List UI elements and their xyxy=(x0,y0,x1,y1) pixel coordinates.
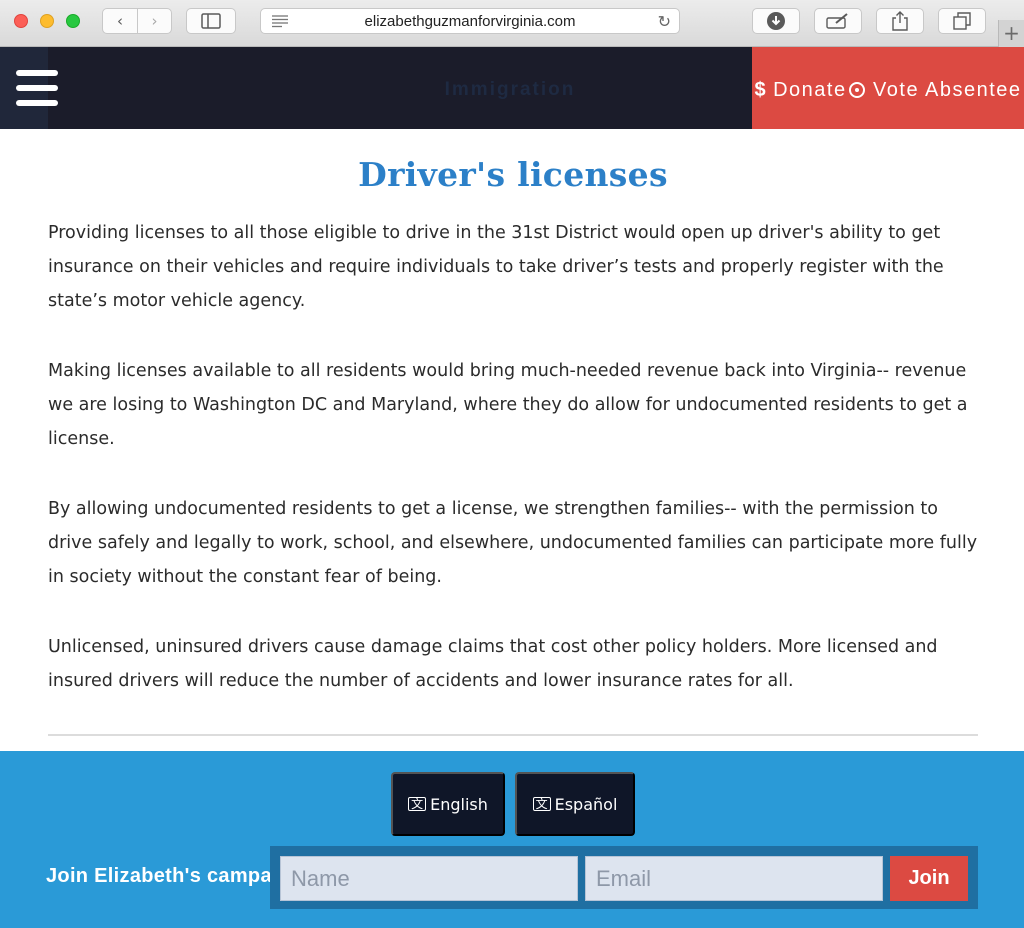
share-button[interactable] xyxy=(876,8,924,34)
url-text: elizabethguzmanforvirginia.com xyxy=(364,13,576,30)
paragraph-4: Unlicensed, uninsured drivers cause dama… xyxy=(48,637,938,691)
address-bar[interactable]: elizabethguzmanforvirginia.com ↻ xyxy=(260,8,680,34)
sidebar-button[interactable] xyxy=(186,8,236,34)
menu-toggle-button[interactable] xyxy=(0,47,58,129)
email-input[interactable] xyxy=(585,856,883,901)
history-nav: ‹ › xyxy=(102,8,172,34)
translate-icon: 文 xyxy=(408,797,427,811)
vote-absentee-label: Vote Absentee xyxy=(873,78,1022,101)
tab-overview-button[interactable] xyxy=(938,8,986,34)
name-input[interactable] xyxy=(280,856,578,901)
forward-icon[interactable]: › xyxy=(136,9,171,33)
main-content: Driver's licenses Providing licenses to … xyxy=(48,129,978,698)
share-icon xyxy=(892,11,908,31)
reload-icon[interactable]: ↻ xyxy=(658,12,671,31)
site-header: Immigration $ Donate Vote Absentee xyxy=(0,47,1024,129)
site-footer: 文 English 文 Español Join Elizabeth's cam… xyxy=(0,751,1024,928)
header-title: Immigration xyxy=(444,79,576,100)
english-button[interactable]: 文 English xyxy=(391,772,505,836)
target-icon xyxy=(849,82,866,98)
minimize-window-button[interactable] xyxy=(40,14,54,28)
download-icon xyxy=(767,12,785,30)
markup-button[interactable] xyxy=(814,8,862,34)
markup-icon xyxy=(826,13,848,29)
paragraph-2: Making licenses available to all residen… xyxy=(48,361,968,449)
paragraph-1: Providing licenses to all those eligible… xyxy=(48,223,944,311)
sidebar-icon xyxy=(201,13,221,29)
paragraph-3: By allowing undocumented residents to ge… xyxy=(48,499,978,587)
espanol-label: Español xyxy=(554,794,618,814)
join-button[interactable]: Join xyxy=(890,856,968,901)
english-label: English xyxy=(430,794,488,814)
translate-icon: 文 xyxy=(532,797,551,811)
donate-link[interactable]: $ Donate xyxy=(754,79,846,102)
zoom-window-button[interactable] xyxy=(66,14,80,28)
content-divider xyxy=(48,734,978,736)
browser-toolbar: ‹ › elizabethguzmanforvirginia.com ↻ + xyxy=(0,0,1024,47)
dollar-icon: $ xyxy=(754,78,768,101)
vote-absentee-link[interactable]: Vote Absentee xyxy=(849,79,1022,102)
tabs-icon xyxy=(953,12,971,30)
page-title: Driver's licenses xyxy=(358,155,668,194)
close-window-button[interactable] xyxy=(14,14,28,28)
plus-icon[interactable]: + xyxy=(998,20,1024,47)
espanol-button[interactable]: 文 Español xyxy=(515,772,635,836)
back-icon[interactable]: ‹ xyxy=(103,9,137,33)
donate-label: Donate xyxy=(773,78,847,101)
header-actions: $ Donate Vote Absentee xyxy=(752,47,1024,129)
downloads-button[interactable] xyxy=(752,8,800,34)
